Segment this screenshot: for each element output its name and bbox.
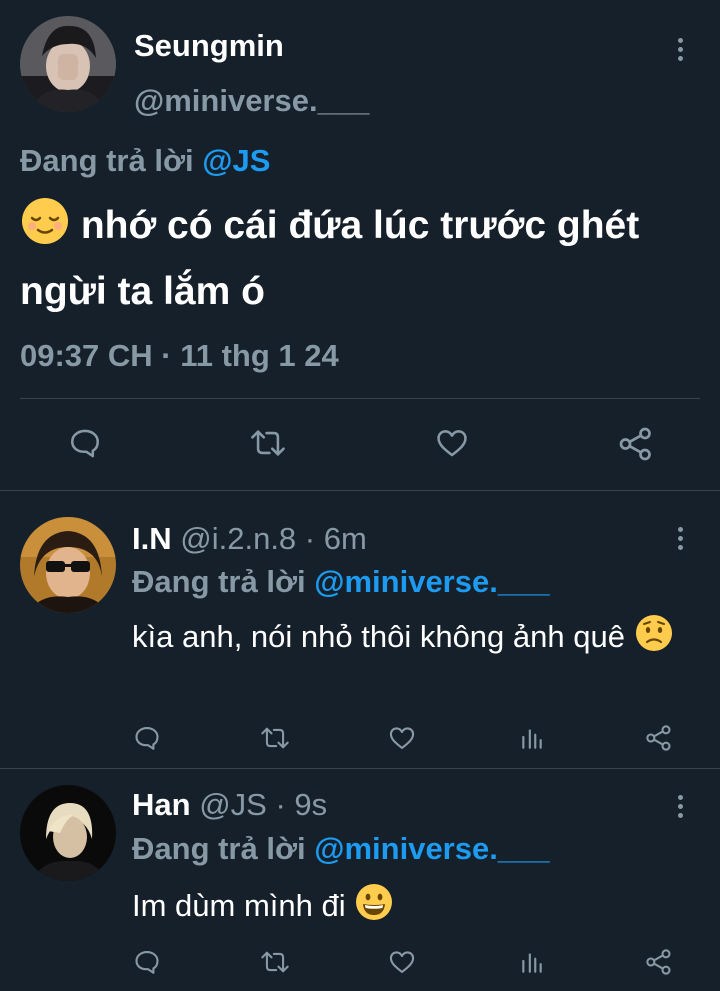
replying-to-link[interactable]: @JS — [202, 143, 270, 178]
divider — [20, 398, 700, 399]
main-tweet: Seungmin @miniverse.___ Đang trả lời @JS… — [0, 0, 720, 490]
tweet-text: Im dùm mình đi — [132, 882, 692, 933]
share-icon[interactable] — [644, 947, 674, 977]
avatar[interactable] — [20, 785, 116, 881]
replying-to-link[interactable]: @miniverse.___ — [314, 831, 549, 866]
tweet-body: kìa anh, nói nhỏ thôi không ảnh quê — [132, 619, 625, 654]
share-icon[interactable] — [644, 723, 674, 753]
avatar[interactable] — [20, 16, 116, 112]
username[interactable]: @JS — [199, 787, 267, 822]
reply-header: Han @JS · 9s — [132, 787, 327, 823]
like-icon[interactable] — [387, 723, 417, 753]
display-name[interactable]: Han — [132, 787, 191, 822]
replying-to: Đang trả lời @JS — [20, 143, 270, 179]
reply-icon[interactable] — [132, 723, 162, 753]
username[interactable]: @i.2.n.8 — [180, 521, 296, 556]
tweet-body: Im dùm mình đi — [132, 888, 346, 923]
share-icon[interactable] — [616, 424, 656, 464]
retweet-icon[interactable] — [259, 947, 291, 977]
replying-prefix: Đang trả lời — [132, 831, 306, 866]
username[interactable]: @miniverse.___ — [134, 83, 369, 119]
reply-icon[interactable] — [66, 424, 104, 462]
display-name[interactable]: I.N — [132, 521, 172, 556]
tweet-text: nhớ có cái đứa lúc trước ghét ngừi ta lắ… — [20, 196, 710, 321]
retweet-icon[interactable] — [248, 424, 288, 462]
more-options-icon[interactable] — [670, 523, 690, 553]
retweet-icon[interactable] — [259, 723, 291, 753]
replying-to: Đang trả lời @miniverse.___ — [132, 831, 550, 867]
replying-prefix: Đang trả lời — [132, 564, 306, 599]
replying-to: Đang trả lời @miniverse.___ — [132, 564, 550, 600]
tweet-text: kìa anh, nói nhỏ thôi không ảnh quê — [132, 613, 692, 664]
worried-face-icon — [634, 613, 674, 664]
relieved-face-icon — [20, 196, 70, 263]
avatar[interactable] — [20, 517, 116, 613]
like-icon[interactable] — [432, 424, 472, 462]
relative-time[interactable]: · 6m — [305, 521, 367, 556]
timestamp[interactable]: 09:37 CH · 11 thg 1 24 — [20, 338, 339, 374]
tweet-body: nhớ có cái đứa lúc trước ghét ngừi ta lắ… — [20, 204, 640, 313]
analytics-icon[interactable] — [517, 723, 547, 753]
reply-tweet[interactable]: I.N @i.2.n.8 · 6m Đang trả lời @minivers… — [0, 491, 720, 768]
reply-header: I.N @i.2.n.8 · 6m — [132, 521, 367, 557]
replying-prefix: Đang trả lời — [20, 143, 194, 178]
reply-tweet[interactable]: Han @JS · 9s Đang trả lời @miniverse.___… — [0, 769, 720, 991]
like-icon[interactable] — [387, 947, 417, 977]
relative-time[interactable]: · 9s — [275, 787, 327, 822]
replying-to-link[interactable]: @miniverse.___ — [314, 564, 549, 599]
more-options-icon[interactable] — [670, 791, 690, 821]
display-name[interactable]: Seungmin — [134, 28, 284, 64]
analytics-icon[interactable] — [517, 947, 547, 977]
more-options-icon[interactable] — [670, 34, 690, 64]
grinning-face-icon — [354, 882, 394, 933]
reply-icon[interactable] — [132, 947, 162, 977]
